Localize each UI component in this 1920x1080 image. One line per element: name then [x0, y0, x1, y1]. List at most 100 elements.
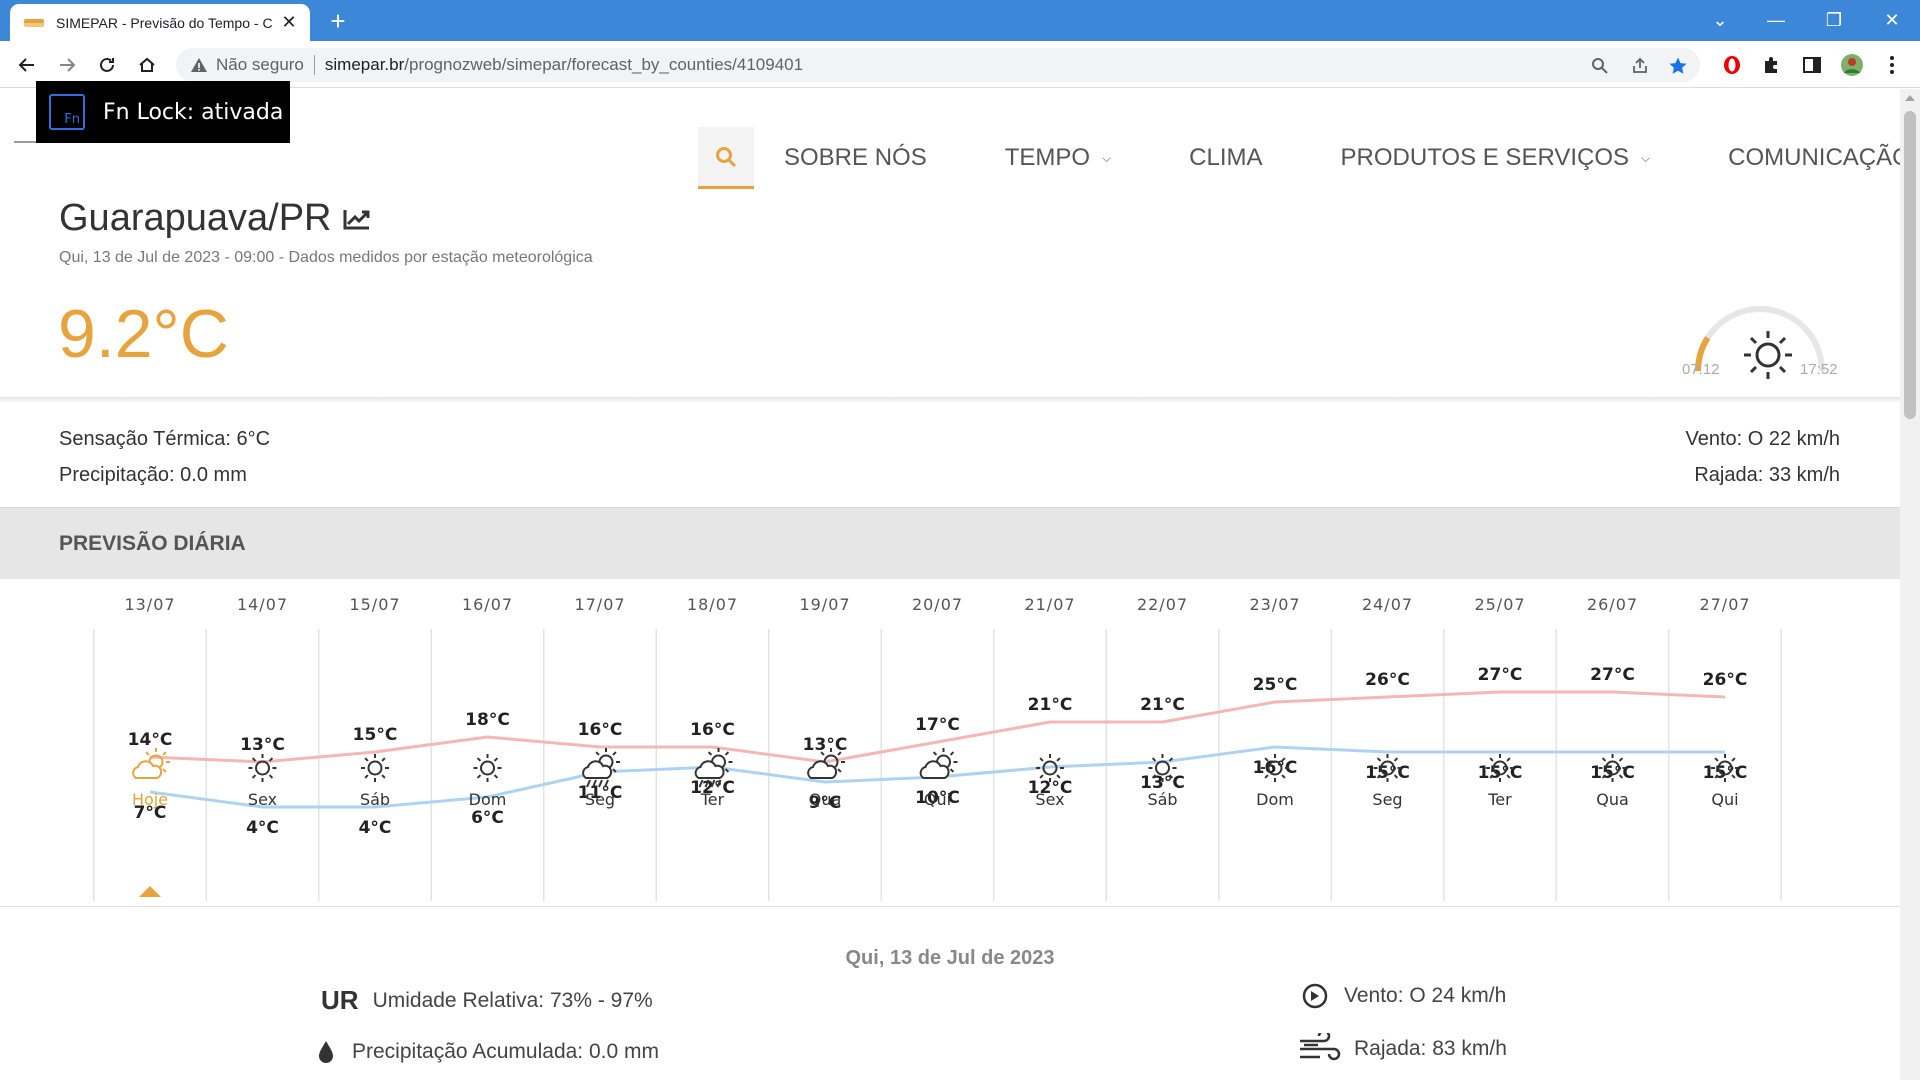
precip-acc-row: Precipitação Acumulada: 0.0 mm [316, 1039, 659, 1065]
ur-label: UR [321, 985, 359, 1015]
forecast-weekday-label[interactable]: Qua [1596, 790, 1629, 809]
sidepanel-icon[interactable] [1800, 53, 1824, 77]
forecast-weekday-label[interactable]: Dom [1256, 790, 1294, 809]
measurement-subtitle: Qui, 13 de Jul de 2023 - 09:00 - Dados m… [59, 249, 593, 266]
not-secure-label: Não seguro [216, 55, 304, 74]
detail-gust-value: Rajada: 83 km/h [1354, 1037, 1507, 1060]
profile-avatar-icon[interactable] [1840, 53, 1864, 77]
forecast-weekday-label[interactable]: Sáb [360, 790, 390, 809]
nav-item-clima[interactable]: CLIMA [1189, 144, 1262, 172]
daily-forecast-chart: 13/07 14°C 7°C Hoje 14/07 13°C 4°C Sex 15/07 15°C… [0, 579, 1900, 999]
minimize-icon[interactable]: — [1750, 0, 1802, 40]
wind-gust-icon [1300, 1033, 1341, 1061]
forecast-weekday-label[interactable]: Qui [1711, 790, 1738, 809]
forecast-weekday-label[interactable]: Qui [924, 790, 951, 809]
reload-icon[interactable] [92, 50, 122, 80]
max-temp-label: 18°C [465, 710, 510, 730]
forecast-date-label: 13/07 [124, 595, 175, 614]
max-temp-label: 25°C [1253, 675, 1298, 695]
min-temp-label: 4°C [359, 818, 392, 838]
close-window-icon[interactable]: ✕ [1866, 0, 1918, 40]
forecast-weekday-label[interactable]: Seg [1372, 790, 1402, 809]
section-title: PREVISÃO DIÁRIA [59, 532, 246, 555]
address-bar[interactable]: Não seguro simepar.br/prognozweb/simepar… [176, 48, 1700, 82]
fn-key-icon: Fn [49, 94, 85, 130]
url-text[interactable]: simepar.br/prognozweb/simepar/forecast_b… [325, 55, 803, 75]
forecast-date-label: 24/07 [1362, 595, 1413, 614]
search-button[interactable] [698, 127, 754, 189]
max-temp-label: 17°C [915, 715, 960, 735]
url-host: simepar.br [324, 55, 405, 74]
nav-label: TEMPO [1004, 144, 1091, 171]
forward-icon[interactable] [52, 50, 82, 80]
page-content: SOBRE NÓS TEMPO ⌵ CLIMA PRODUTOS E SERVIÇ… [0, 89, 1900, 1080]
home-icon[interactable] [132, 50, 162, 80]
detail-wind-value: Vento: O 24 km/h [1344, 984, 1507, 1007]
search-icon [716, 146, 737, 167]
feels-like: Sensação Térmica: 6°C [59, 428, 271, 450]
wind: Vento: O 22 km/h [1685, 428, 1840, 450]
forecast-weekday-label[interactable]: Seg [585, 790, 615, 809]
city-title: Guarapuava/PR [59, 197, 372, 240]
forecast-date-label: 27/07 [1699, 595, 1750, 614]
zoom-icon[interactable] [1588, 54, 1612, 78]
browser-tab-bar: SIMEPAR - Previsão do Tempo - C ✕ + ⌄ — … [0, 0, 1920, 41]
header-divider [0, 397, 1900, 403]
forecast-weekday-label[interactable]: Ter [700, 790, 725, 809]
chevron-down-icon: ⌵ [1641, 150, 1651, 165]
share-icon[interactable] [1628, 54, 1652, 78]
forecast-weekday-label[interactable]: Dom [469, 790, 507, 809]
tab-title: SIMEPAR - Previsão do Tempo - C [56, 14, 273, 31]
forecast-date-label: 26/07 [1587, 595, 1638, 614]
forecast-weekday-label[interactable]: Sex [248, 790, 277, 809]
back-icon[interactable] [12, 50, 42, 80]
forecast-weekday-label[interactable]: Ter [1487, 790, 1512, 809]
forecast-date-label: 15/07 [349, 595, 400, 614]
forecast-weekday-label[interactable]: Qua [809, 790, 842, 809]
forecast-date-label: 25/07 [1474, 595, 1525, 614]
current-info-left: Sensação Térmica: 6°C Precipitação: 0.0 … [59, 421, 270, 493]
page-scrollbar[interactable] [1900, 89, 1920, 1080]
detail-gust-row: Rajada: 83 km/h [1298, 1033, 1507, 1065]
forecast-weekday-label[interactable]: Hoje [132, 790, 168, 809]
warning-icon[interactable] [190, 57, 208, 73]
scroll-thumb[interactable] [1904, 111, 1916, 419]
nav-item-comunicacao[interactable]: COMUNICAÇÃO⌵ [1728, 144, 1900, 172]
opera-icon[interactable] [1720, 53, 1744, 77]
forecast-date-label: 16/07 [462, 595, 513, 614]
nav-label: PRODUTOS E SERVIÇOS [1340, 144, 1630, 171]
nav-item-tempo[interactable]: TEMPO ⌵ [1005, 144, 1111, 172]
chevron-down-icon: ⌵ [1102, 150, 1112, 165]
fn-key-label: Fn [64, 112, 80, 127]
tab-close-icon[interactable]: ✕ [278, 12, 300, 34]
nav-label: COMUNICAÇÃO [1728, 144, 1900, 171]
nav-label: SOBRE NÓS [784, 144, 927, 171]
site-favicon-icon [24, 18, 44, 27]
nav-item-sobre-nos[interactable]: SOBRE NÓS [784, 144, 927, 172]
max-temp-label: 21°C [1140, 695, 1185, 715]
url-path: /prognozweb/simepar/forecast_by_counties… [404, 55, 804, 74]
restore-icon[interactable]: ❐ [1808, 0, 1860, 40]
forecast-date-label: 17/07 [574, 595, 625, 614]
humidity-value: Umidade Relativa: 73% - 97% [372, 988, 653, 1012]
new-tab-icon[interactable]: + [324, 8, 352, 36]
gust: Rajada: 33 km/h [1694, 464, 1840, 486]
browser-menu-icon[interactable] [1880, 53, 1904, 77]
sun-icon [1744, 331, 1792, 379]
sun-icon [473, 754, 502, 782]
scroll-up-icon[interactable] [1905, 95, 1915, 101]
nav-item-produtos[interactable]: PRODUTOS E SERVIÇOS ⌵ [1341, 144, 1651, 172]
max-temp-label: 14°C [128, 730, 173, 750]
max-temp-label: 27°C [1478, 665, 1523, 685]
bookmark-star-icon[interactable] [1666, 54, 1690, 78]
sun-icon [361, 754, 389, 782]
forecast-weekday-label[interactable]: Sex [1035, 790, 1064, 809]
nav-label: CLIMA [1189, 144, 1263, 171]
max-temp-label: 27°C [1590, 665, 1635, 685]
tab-search-chevron-icon[interactable]: ⌄ [1694, 0, 1746, 40]
browser-tab-active[interactable]: SIMEPAR - Previsão do Tempo - C ✕ [10, 4, 310, 41]
chart-line-icon[interactable] [342, 207, 372, 231]
cloud-sun-icon [919, 748, 958, 779]
forecast-weekday-label[interactable]: Sáb [1147, 790, 1177, 809]
extensions-puzzle-icon[interactable] [1760, 53, 1784, 77]
